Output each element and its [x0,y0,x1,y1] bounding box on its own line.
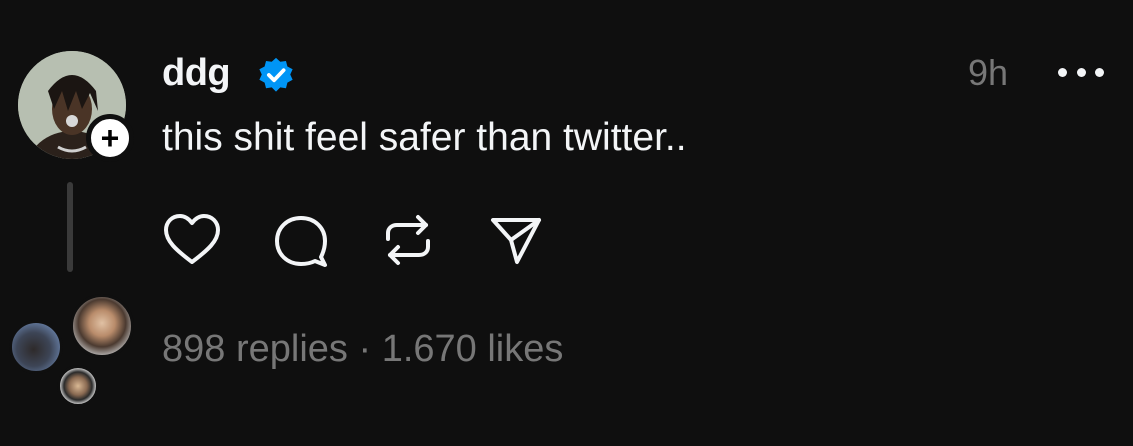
repost-button[interactable] [376,210,440,270]
plus-icon: + [100,120,120,156]
heart-icon [164,214,220,264]
follow-plus-button[interactable]: + [86,114,134,162]
verified-badge-icon [259,57,293,92]
post-text: this shit feel safer than twitter.. [162,116,687,159]
stats-separator: · [358,328,372,370]
more-options-icon [1058,67,1067,77]
thread-line [67,182,73,272]
post-timestamp: 9h [968,52,1009,93]
replier-avatar[interactable] [70,294,134,358]
likes-count[interactable]: 1.670 likes [382,328,564,370]
share-button[interactable] [484,210,548,270]
like-button[interactable] [160,210,224,270]
send-icon [491,218,541,264]
author-username[interactable]: ddg [162,52,231,95]
repost-icon [386,215,430,265]
more-options-button[interactable] [1058,57,1104,87]
reply-button[interactable] [268,210,332,270]
comment-icon [275,216,327,267]
thread-post: + ddg 9h this shit feel safer than twitt… [0,0,1133,446]
replier-avatar[interactable] [9,320,63,374]
replies-count[interactable]: 898 replies [162,328,348,370]
post-stats: 898 replies · 1.670 likes [162,328,563,371]
replier-avatar[interactable] [57,365,99,407]
